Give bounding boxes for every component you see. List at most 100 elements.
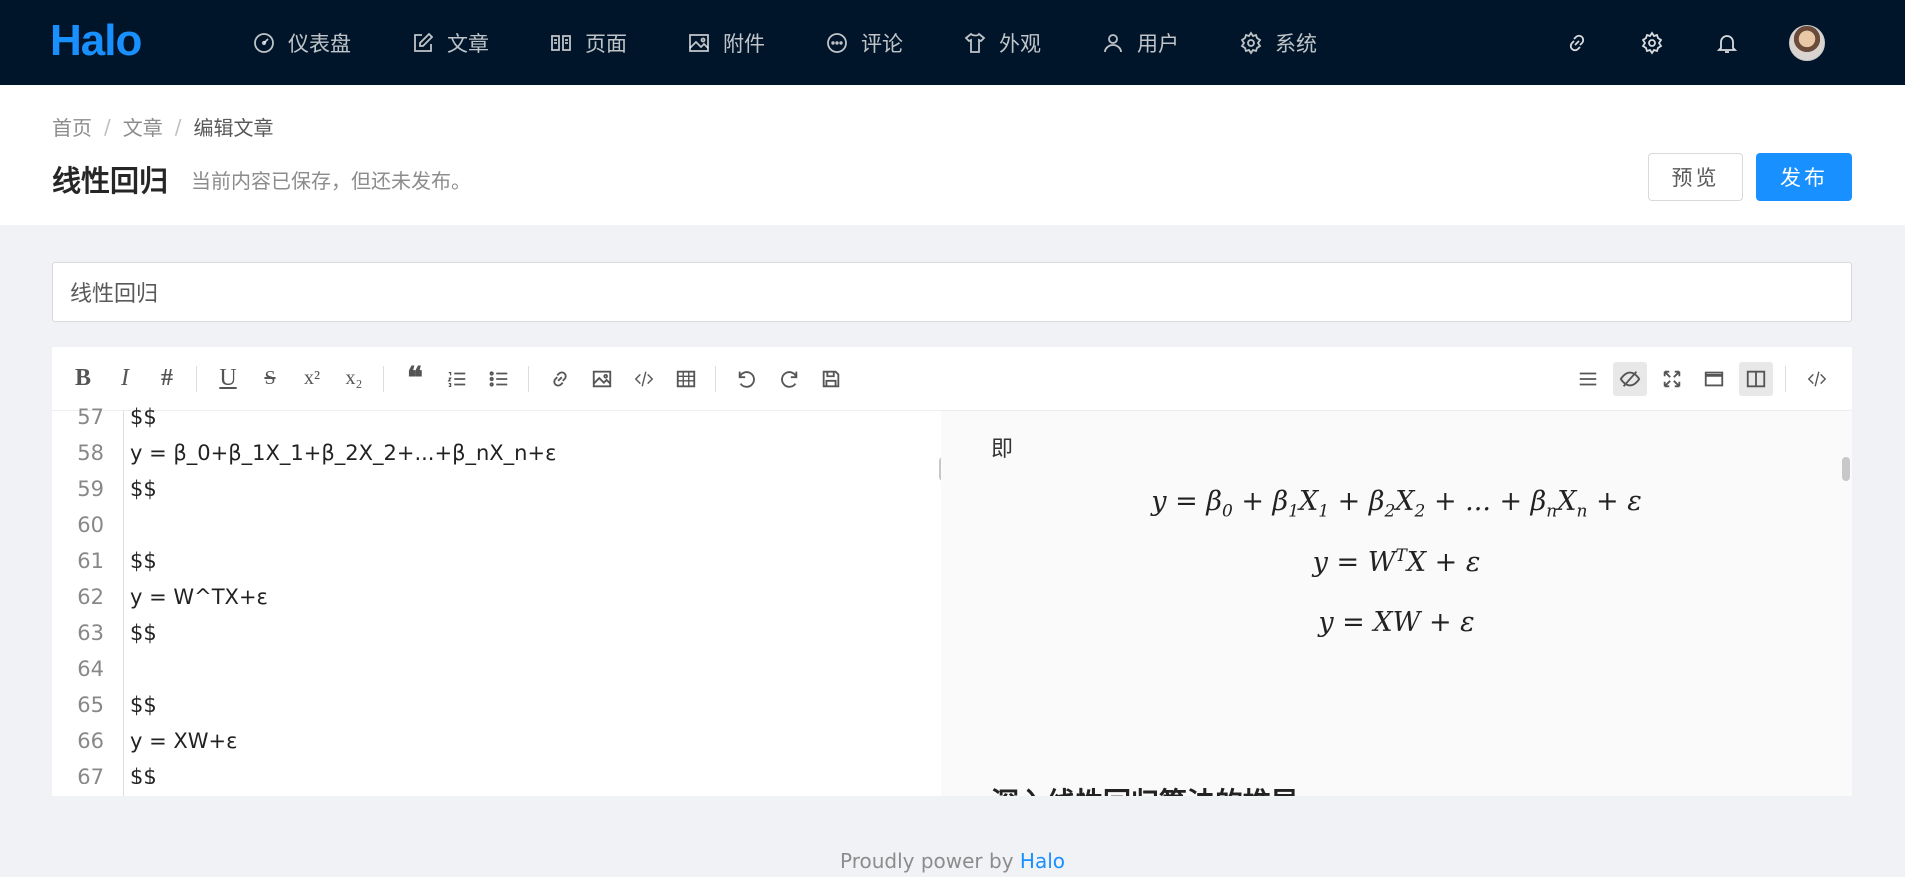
nav-item-posts[interactable]: 文章 [411, 0, 489, 85]
subscript-icon[interactable]: x₂ [337, 362, 371, 396]
code-line[interactable]: 62 y = W^TX+ε [52, 579, 940, 615]
page-title: 线性回归 [52, 164, 169, 198]
code-line[interactable]: 57 $$ [52, 399, 940, 435]
publish-button[interactable]: 发布 [1756, 153, 1852, 201]
breadcrumb-separator: / [174, 114, 182, 139]
line-number: 67 [77, 765, 104, 784]
code-line[interactable]: 67 $$ [52, 759, 940, 784]
preview-toggle-icon[interactable] [1613, 362, 1647, 396]
save-status: 当前内容已保存，但还未发布。 [191, 169, 471, 193]
link-icon[interactable] [1564, 30, 1590, 56]
line-content[interactable]: $$ [124, 543, 157, 579]
line-content[interactable]: $$ [124, 471, 157, 507]
undo-icon[interactable] [730, 362, 764, 396]
top-navbar: Halo 仪表盘 文章 页面 附件 评论 外观 用户 系统 [0, 0, 1905, 85]
line-content[interactable] [124, 651, 130, 687]
nav-item-dashboard[interactable]: 仪表盘 [252, 0, 351, 85]
page-header: 首页 / 文章 / 编辑文章 线性回归 当前内容已保存，但还未发布。 预览 发布 [0, 85, 1905, 225]
unordered-list-icon[interactable] [482, 362, 516, 396]
split-view-icon[interactable] [1739, 362, 1773, 396]
toolbar-divider [715, 365, 716, 392]
line-number: 62 [77, 585, 104, 609]
shirt-icon [964, 32, 986, 53]
superscript-icon[interactable]: x² [295, 362, 329, 396]
halo-logo[interactable]: Halo [50, 16, 142, 66]
nav-item-pages[interactable]: 页面 [549, 0, 627, 85]
code-icon[interactable] [627, 362, 661, 396]
nav-item-users[interactable]: 用户 [1101, 0, 1179, 85]
image-icon[interactable] [585, 362, 619, 396]
nav-item-appearance[interactable]: 外观 [963, 0, 1041, 85]
nav-item-attachments[interactable]: 附件 [687, 0, 765, 85]
topbar-actions [1564, 0, 1905, 85]
toolbar-divider [383, 365, 384, 392]
fullscreen-icon[interactable] [1655, 362, 1689, 396]
line-content[interactable]: $$ [124, 687, 157, 723]
book-icon [551, 34, 571, 51]
comment-icon [827, 32, 847, 53]
line-number: 57 [77, 405, 104, 429]
ordered-list-icon[interactable] [440, 362, 474, 396]
toolbar-divider [196, 365, 197, 392]
window-icon[interactable] [1697, 362, 1731, 396]
line-content[interactable]: y = W^TX+ε [124, 579, 268, 615]
toolbar-right [1563, 347, 1852, 411]
nav-label: 仪表盘 [288, 31, 351, 56]
html-code-icon[interactable] [1800, 362, 1834, 396]
nav-label: 页面 [585, 31, 627, 56]
nav-item-system[interactable]: 系统 [1239, 0, 1317, 85]
line-content[interactable]: $$ [124, 759, 157, 784]
breadcrumb-posts[interactable]: 文章 [123, 112, 163, 141]
nav-item-comments[interactable]: 评论 [825, 0, 903, 85]
picture-icon [689, 33, 709, 52]
code-line[interactable]: 58 y = β_0+β_1X_1+β_2X_2+...+β_nX_n+ε [52, 435, 940, 471]
strikethrough-icon[interactable]: S [253, 362, 287, 396]
settings-icon[interactable] [1639, 30, 1665, 56]
italic-icon[interactable]: I [108, 362, 142, 396]
navigation-icon[interactable] [1571, 362, 1605, 396]
preview-heading: 深入线性回归算法的推导 [991, 781, 1299, 796]
line-content[interactable] [124, 507, 130, 543]
code-line[interactable]: 66 y = XW+ε [52, 723, 940, 759]
preview-text: 即 [991, 437, 1014, 462]
code-line[interactable]: 59 $$ [52, 471, 940, 507]
line-content[interactable]: $$ [124, 615, 157, 651]
post-title-input[interactable] [52, 262, 1852, 322]
redo-icon[interactable] [772, 362, 806, 396]
line-content[interactable]: y = β_0+β_1X_1+β_2X_2+...+β_nX_n+ε [124, 435, 556, 471]
heading-icon[interactable]: # [150, 362, 184, 396]
code-line[interactable]: 65 $$ [52, 687, 940, 723]
bold-icon[interactable]: B [66, 362, 100, 396]
footer-halo-link[interactable]: Halo [1020, 849, 1065, 873]
nav-label: 外观 [999, 31, 1041, 56]
link-icon[interactable] [543, 362, 577, 396]
quote-icon[interactable]: ❝ [398, 362, 432, 396]
avatar[interactable] [1789, 24, 1825, 61]
underline-icon[interactable]: U [211, 362, 245, 396]
markdown-preview: 即 y = β0 + β1X1 + β2X2 + ... + βnXn + ε … [941, 411, 1852, 796]
nav-label: 文章 [447, 31, 489, 56]
code-editor[interactable]: 57 $$ 58 y = β_0+β_1X_1+β_2X_2+...+β_nX_n+ε… [52, 399, 940, 784]
line-number: 59 [77, 477, 104, 501]
code-line[interactable]: 61 $$ [52, 543, 940, 579]
formula-2: y = WTX + ε [1312, 546, 1481, 578]
bell-icon[interactable] [1714, 30, 1740, 56]
line-number: 65 [77, 693, 104, 717]
breadcrumb-home[interactable]: 首页 [52, 112, 92, 141]
preview-scrollbar[interactable] [1842, 457, 1850, 481]
breadcrumb: 首页 / 文章 / 编辑文章 [52, 112, 274, 141]
toolbar-divider [1785, 366, 1786, 392]
table-icon[interactable] [669, 362, 703, 396]
save-icon[interactable] [814, 362, 848, 396]
preview-button[interactable]: 预览 [1648, 153, 1743, 201]
main-nav: 仪表盘 文章 页面 附件 评论 外观 用户 系统 [252, 0, 1377, 85]
toolbar-divider [528, 365, 529, 392]
footer-text: Proudly power by [839, 849, 1020, 873]
code-line[interactable]: 63 $$ [52, 615, 940, 651]
breadcrumb-separator: / [104, 114, 111, 139]
nav-label: 附件 [723, 31, 765, 56]
line-content[interactable]: y = XW+ε [124, 723, 237, 759]
line-content[interactable]: $$ [124, 399, 157, 435]
code-line[interactable]: 64 [52, 651, 940, 687]
code-line[interactable]: 60 [52, 507, 940, 543]
